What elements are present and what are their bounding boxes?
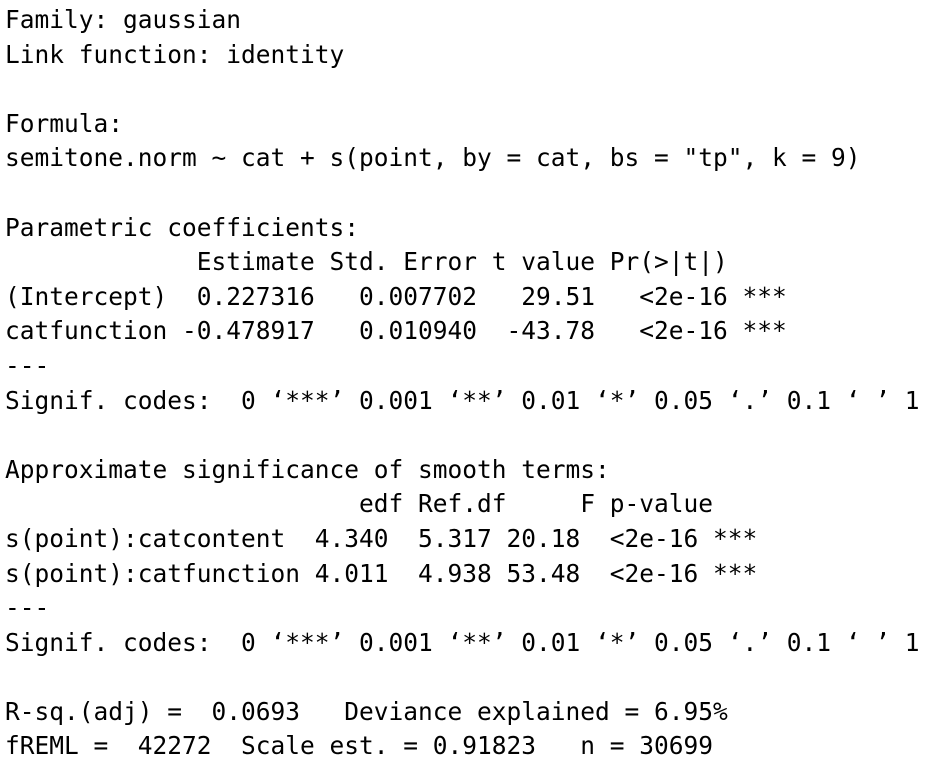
separator-line: ---: [5, 350, 50, 380]
separator-line: ---: [5, 593, 50, 623]
signif-codes-line: Signif. codes: 0 ‘***’ 0.001 ‘**’ 0.01 ‘…: [5, 385, 920, 415]
formula-line: semitone.norm ~ cat + s(point, by = cat,…: [5, 143, 861, 173]
link-function-line: Link function: identity: [5, 39, 345, 69]
parametric-column-headers: Estimate Std. Error t value Pr(>|t|): [5, 247, 728, 277]
parametric-row-intercept: (Intercept) 0.227316 0.007702 29.51 <2e-…: [5, 281, 787, 311]
parametric-row-catfunction: catfunction -0.478917 0.010940 -43.78 <2…: [5, 316, 787, 346]
parametric-header: Parametric coefficients:: [5, 212, 360, 242]
smooth-terms-header: Approximate significance of smooth terms…: [5, 454, 610, 484]
r-squared-line: R-sq.(adj) = 0.0693 Deviance explained =…: [5, 696, 728, 726]
formula-header: Formula:: [5, 108, 124, 138]
smooth-column-headers: edf Ref.df F p-value: [5, 489, 714, 519]
family-line: Family: gaussian: [5, 5, 242, 34]
r-console-output: Family: gaussian Link function: identity…: [0, 0, 928, 764]
smooth-row-catcontent: s(point):catcontent 4.340 5.317 20.18 <2…: [5, 523, 758, 553]
smooth-row-catfunction: s(point):catfunction 4.011 4.938 53.48 <…: [5, 558, 758, 588]
freml-line: fREML = 42272 Scale est. = 0.91823 n = 3…: [5, 731, 714, 761]
signif-codes-line: Signif. codes: 0 ‘***’ 0.001 ‘**’ 0.01 ‘…: [5, 627, 920, 657]
